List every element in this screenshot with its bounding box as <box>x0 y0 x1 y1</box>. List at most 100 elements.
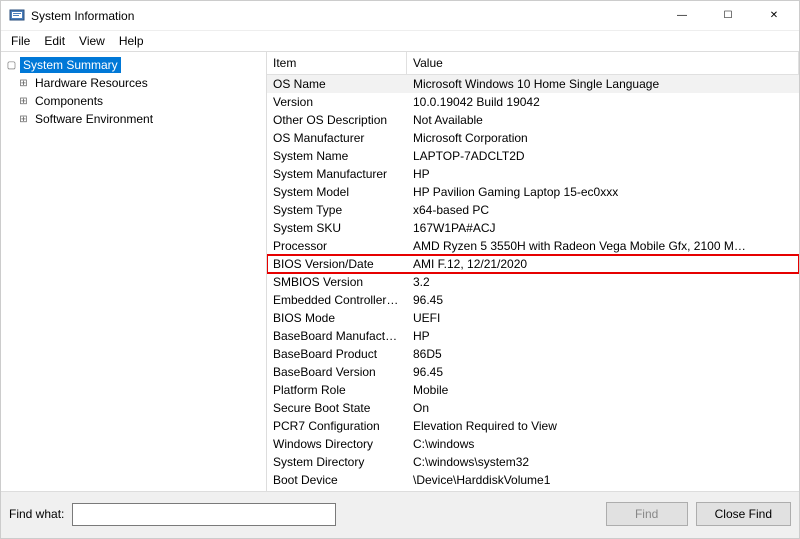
list-row[interactable]: Boot Device\Device\HarddiskVolume1 <box>267 471 799 489</box>
tree-item-components[interactable]: ⊞ Components <box>3 92 264 110</box>
list-row[interactable]: OS NameMicrosoft Windows 10 Home Single … <box>267 75 799 93</box>
tree-item-software-env[interactable]: ⊞ Software Environment <box>3 110 264 128</box>
menu-help[interactable]: Help <box>113 32 150 50</box>
cell-value: 96.45 <box>407 292 799 308</box>
window-controls: — ☐ ✕ <box>659 1 797 31</box>
cell-item: Other OS Description <box>267 112 407 128</box>
list-row[interactable]: Secure Boot StateOn <box>267 399 799 417</box>
cell-value: Microsoft Corporation <box>407 130 799 146</box>
app-icon <box>9 8 25 24</box>
cell-value: Not Available <box>407 112 799 128</box>
expand-icon[interactable]: ⊞ <box>17 113 30 126</box>
cell-item: System Type <box>267 202 407 218</box>
list-row[interactable]: OS ManufacturerMicrosoft Corporation <box>267 129 799 147</box>
collapse-icon[interactable]: ▢ <box>5 59 18 72</box>
column-header-item[interactable]: Item <box>267 52 407 74</box>
menubar: File Edit View Help <box>1 31 799 51</box>
cell-item: Embedded Controller V… <box>267 292 407 308</box>
list-row[interactable]: PCR7 ConfigurationElevation Required to … <box>267 417 799 435</box>
column-header-value[interactable]: Value <box>407 52 799 74</box>
cell-value: On <box>407 400 799 416</box>
list-row[interactable]: ProcessorAMD Ryzen 5 3550H with Radeon V… <box>267 237 799 255</box>
cell-value: AMI F.12, 12/21/2020 <box>407 256 799 272</box>
list-row[interactable]: System ModelHP Pavilion Gaming Laptop 15… <box>267 183 799 201</box>
cell-item: System Directory <box>267 454 407 470</box>
cell-item: System Model <box>267 184 407 200</box>
cell-value: x64-based PC <box>407 202 799 218</box>
find-label: Find what: <box>9 507 64 521</box>
close-button[interactable]: ✕ <box>751 1 797 31</box>
tree-pane[interactable]: ▢ System Summary ⊞ Hardware Resources ⊞ … <box>1 52 267 491</box>
list-row[interactable]: BIOS Version/DateAMI F.12, 12/21/2020 <box>267 255 799 273</box>
cell-item: BaseBoard Product <box>267 346 407 362</box>
cell-value: C:\windows <box>407 436 799 452</box>
cell-item: System SKU <box>267 220 407 236</box>
minimize-button[interactable]: — <box>659 1 705 31</box>
cell-item: BIOS Mode <box>267 310 407 326</box>
list-row[interactable]: Platform RoleMobile <box>267 381 799 399</box>
find-button[interactable]: Find <box>606 502 688 526</box>
list-row[interactable]: System DirectoryC:\windows\system32 <box>267 453 799 471</box>
cell-item: Version <box>267 94 407 110</box>
list-row[interactable]: Embedded Controller V…96.45 <box>267 291 799 309</box>
cell-item: BaseBoard Version <box>267 364 407 380</box>
list-row[interactable]: Windows DirectoryC:\windows <box>267 435 799 453</box>
cell-value: HP Pavilion Gaming Laptop 15-ec0xxx <box>407 184 799 200</box>
list-row[interactable]: BaseBoard Version96.45 <box>267 363 799 381</box>
cell-value: Elevation Required to View <box>407 418 799 434</box>
cell-item: Processor <box>267 238 407 254</box>
tree-label: Software Environment <box>32 111 156 127</box>
cell-item: Boot Device <box>267 472 407 488</box>
menu-view[interactable]: View <box>73 32 111 50</box>
cell-value: 96.45 <box>407 364 799 380</box>
list-row[interactable]: System ManufacturerHP <box>267 165 799 183</box>
cell-value: 10.0.19042 Build 19042 <box>407 94 799 110</box>
tree-item-hardware[interactable]: ⊞ Hardware Resources <box>3 74 264 92</box>
cell-item: Windows Directory <box>267 436 407 452</box>
cell-value: C:\windows\system32 <box>407 454 799 470</box>
list-row[interactable]: System Typex64-based PC <box>267 201 799 219</box>
list-row[interactable]: BaseBoard ManufacturerHP <box>267 327 799 345</box>
cell-item: System Name <box>267 148 407 164</box>
cell-value: \Device\HarddiskVolume1 <box>407 472 799 488</box>
cell-value: LAPTOP-7ADCLT2D <box>407 148 799 164</box>
expand-icon[interactable]: ⊞ <box>17 95 30 108</box>
cell-value: HP <box>407 328 799 344</box>
menu-edit[interactable]: Edit <box>38 32 71 50</box>
tree-item-system-summary[interactable]: ▢ System Summary <box>3 56 264 74</box>
list-header: Item Value <box>267 52 799 75</box>
cell-value: UEFI <box>407 310 799 326</box>
cell-item: SMBIOS Version <box>267 274 407 290</box>
tree-label: Hardware Resources <box>32 75 151 91</box>
list-body[interactable]: OS NameMicrosoft Windows 10 Home Single … <box>267 75 799 491</box>
window-title: System Information <box>31 9 659 23</box>
list-row[interactable]: SMBIOS Version3.2 <box>267 273 799 291</box>
cell-item: BaseBoard Manufacturer <box>267 328 407 344</box>
details-pane: Item Value OS NameMicrosoft Windows 10 H… <box>267 52 799 491</box>
list-row[interactable]: Version10.0.19042 Build 19042 <box>267 93 799 111</box>
cell-value: 3.2 <box>407 274 799 290</box>
close-find-button[interactable]: Close Find <box>696 502 791 526</box>
find-input[interactable] <box>72 503 336 526</box>
list-row[interactable]: BaseBoard Product86D5 <box>267 345 799 363</box>
cell-value: HP <box>407 166 799 182</box>
tree-label: Components <box>32 93 106 109</box>
tree-label: System Summary <box>20 57 121 73</box>
cell-value: Microsoft Windows 10 Home Single Languag… <box>407 76 799 92</box>
cell-item: Secure Boot State <box>267 400 407 416</box>
menu-file[interactable]: File <box>5 32 36 50</box>
cell-value: 86D5 <box>407 346 799 362</box>
list-row[interactable]: System SKU167W1PA#ACJ <box>267 219 799 237</box>
cell-value: Mobile <box>407 382 799 398</box>
find-bar: Find what: Find Close Find <box>1 491 799 538</box>
expand-icon[interactable]: ⊞ <box>17 77 30 90</box>
list-row[interactable]: Other OS DescriptionNot Available <box>267 111 799 129</box>
cell-item: OS Manufacturer <box>267 130 407 146</box>
cell-item: System Manufacturer <box>267 166 407 182</box>
cell-item: PCR7 Configuration <box>267 418 407 434</box>
cell-value: 167W1PA#ACJ <box>407 220 799 236</box>
maximize-button[interactable]: ☐ <box>705 1 751 31</box>
list-row[interactable]: BIOS ModeUEFI <box>267 309 799 327</box>
cell-value: AMD Ryzen 5 3550H with Radeon Vega Mobil… <box>407 238 799 254</box>
list-row[interactable]: System NameLAPTOP-7ADCLT2D <box>267 147 799 165</box>
